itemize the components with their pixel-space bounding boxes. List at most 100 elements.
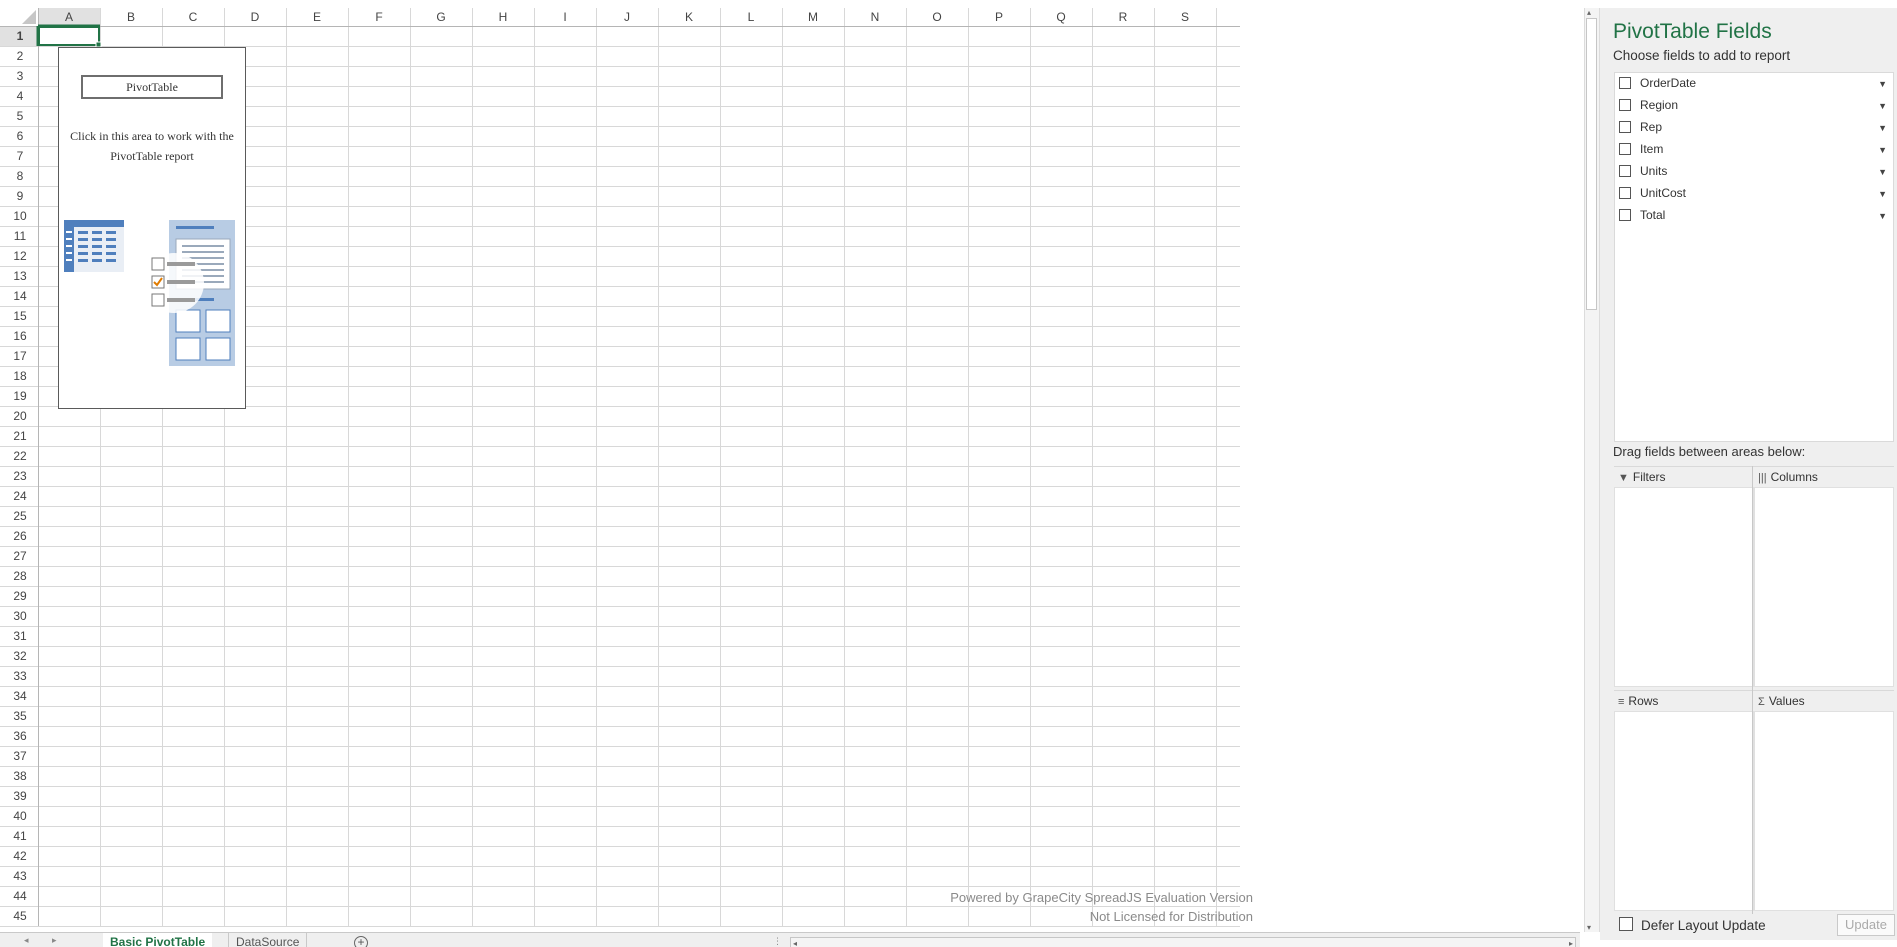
row-header-9[interactable]: 9 [17,189,24,203]
row-header-30[interactable]: 30 [13,609,27,623]
column-header-r[interactable]: R [1119,10,1128,24]
spreadsheet-area[interactable]: ABCDEFGHIJKLMNOPQRST12345678910111213141… [0,0,1580,947]
chevron-down-icon[interactable]: ▼ [1878,101,1887,111]
tab-nav-prev-icon[interactable]: ◂ [24,935,29,946]
rows-area[interactable]: ≡ Rows [1614,690,1754,911]
column-header-c[interactable]: C [189,10,198,24]
area-divider[interactable] [1752,466,1753,914]
row-header-27[interactable]: 27 [13,549,27,563]
chevron-down-icon[interactable]: ▼ [1878,167,1887,177]
chevron-down-icon[interactable]: ▼ [1878,211,1887,221]
horizontal-scrollbar[interactable]: ◂ ▸ [790,937,1576,947]
vertical-scrollbar[interactable]: ▴ ▾ [1584,8,1600,932]
row-header-4[interactable]: 4 [17,89,24,103]
field-item-orderdate[interactable]: OrderDate ▼ [1615,73,1893,95]
row-header-39[interactable]: 39 [13,789,27,803]
values-area[interactable]: Σ Values [1754,690,1894,911]
chevron-down-icon[interactable]: ▼ [1878,145,1887,155]
active-cell-a1[interactable] [38,26,100,46]
field-item-units[interactable]: Units ▼ [1615,161,1893,183]
row-header-29[interactable]: 29 [13,589,27,603]
field-item-rep[interactable]: Rep ▼ [1615,117,1893,139]
column-header-p[interactable]: P [995,10,1003,24]
field-item-region[interactable]: Region ▼ [1615,95,1893,117]
row-header-31[interactable]: 31 [13,629,27,643]
defer-checkbox[interactable] [1619,917,1633,931]
column-header-f[interactable]: F [375,10,382,24]
column-header-d[interactable]: D [251,10,260,24]
row-header-34[interactable]: 34 [13,689,27,703]
field-item-unitcost[interactable]: UnitCost ▼ [1615,183,1893,205]
column-header-k[interactable]: K [685,10,693,24]
column-header-m[interactable]: M [808,10,818,24]
column-header-n[interactable]: N [871,10,880,24]
row-header-35[interactable]: 35 [13,709,27,723]
row-header-36[interactable]: 36 [13,729,27,743]
row-header-2[interactable]: 2 [17,49,24,63]
tab-nav-next-icon[interactable]: ▸ [52,935,57,946]
row-header-42[interactable]: 42 [13,849,27,863]
row-header-16[interactable]: 16 [13,329,27,343]
column-header-j[interactable]: J [624,10,630,24]
scroll-left-icon[interactable]: ◂ [793,938,797,947]
row-header-45[interactable]: 45 [13,909,27,923]
column-header-e[interactable]: E [313,10,321,24]
field-checkbox[interactable] [1619,165,1631,177]
sheet-tab-datasource[interactable]: DataSource [228,933,308,947]
field-checkbox[interactable] [1619,99,1631,111]
row-header-15[interactable]: 15 [13,309,27,323]
row-header-14[interactable]: 14 [13,289,27,303]
scroll-right-icon[interactable]: ▸ [1569,938,1573,947]
row-header-37[interactable]: 37 [13,749,27,763]
row-header-24[interactable]: 24 [13,489,27,503]
chevron-down-icon[interactable]: ▼ [1878,189,1887,199]
row-header-11[interactable]: 11 [14,229,27,243]
row-header-25[interactable]: 25 [13,509,27,523]
field-checkbox[interactable] [1619,187,1631,199]
field-item-item[interactable]: Item ▼ [1615,139,1893,161]
column-header-a[interactable]: A [65,10,73,24]
field-item-total[interactable]: Total ▼ [1615,205,1893,227]
row-header-43[interactable]: 43 [13,869,27,883]
row-header-12[interactable]: 12 [13,249,27,263]
tab-split-handle[interactable]: ⋮ [773,936,782,947]
column-header-l[interactable]: L [748,10,755,24]
row-header-23[interactable]: 23 [13,469,27,483]
filters-drop-zone[interactable] [1614,487,1754,687]
chevron-down-icon[interactable]: ▼ [1878,123,1887,133]
row-header-1[interactable]: 1 [17,29,24,43]
column-header-i[interactable]: I [563,10,566,24]
row-header-18[interactable]: 18 [13,369,27,383]
field-checkbox[interactable] [1619,143,1631,155]
row-header-32[interactable]: 32 [13,649,27,663]
row-header-19[interactable]: 19 [13,389,27,403]
row-header-38[interactable]: 38 [13,769,27,783]
row-header-40[interactable]: 40 [13,809,27,823]
row-header-10[interactable]: 10 [13,209,27,223]
field-checkbox[interactable] [1619,77,1631,89]
column-header-s[interactable]: S [1181,10,1189,24]
values-drop-zone[interactable] [1754,711,1894,911]
defer-layout-update[interactable]: Defer Layout Update [1619,917,1766,933]
row-header-17[interactable]: 17 [13,349,27,363]
add-sheet-icon[interactable]: + [354,936,368,947]
row-header-8[interactable]: 8 [17,169,24,183]
row-header-13[interactable]: 13 [13,269,27,283]
vertical-scroll-thumb[interactable] [1586,18,1597,310]
field-checkbox[interactable] [1619,121,1631,133]
scroll-down-icon[interactable]: ▾ [1587,923,1591,932]
chevron-down-icon[interactable]: ▼ [1878,79,1887,89]
row-header-41[interactable]: 41 [13,829,27,843]
field-checkbox[interactable] [1619,209,1631,221]
row-header-5[interactable]: 5 [17,109,24,123]
pivot-table-placeholder[interactable]: PivotTable Click in this area to work wi… [58,47,246,409]
rows-drop-zone[interactable] [1614,711,1754,911]
filters-area[interactable]: ▼ Filters [1614,466,1754,687]
row-header-21[interactable]: 21 [13,429,27,443]
column-header-o[interactable]: O [932,10,941,24]
row-header-20[interactable]: 20 [13,409,27,423]
row-header-6[interactable]: 6 [17,129,24,143]
scroll-up-icon[interactable]: ▴ [1587,8,1591,17]
columns-drop-zone[interactable] [1754,487,1894,687]
sheet-tab-basic-pivottable[interactable]: Basic PivotTable [103,933,213,947]
